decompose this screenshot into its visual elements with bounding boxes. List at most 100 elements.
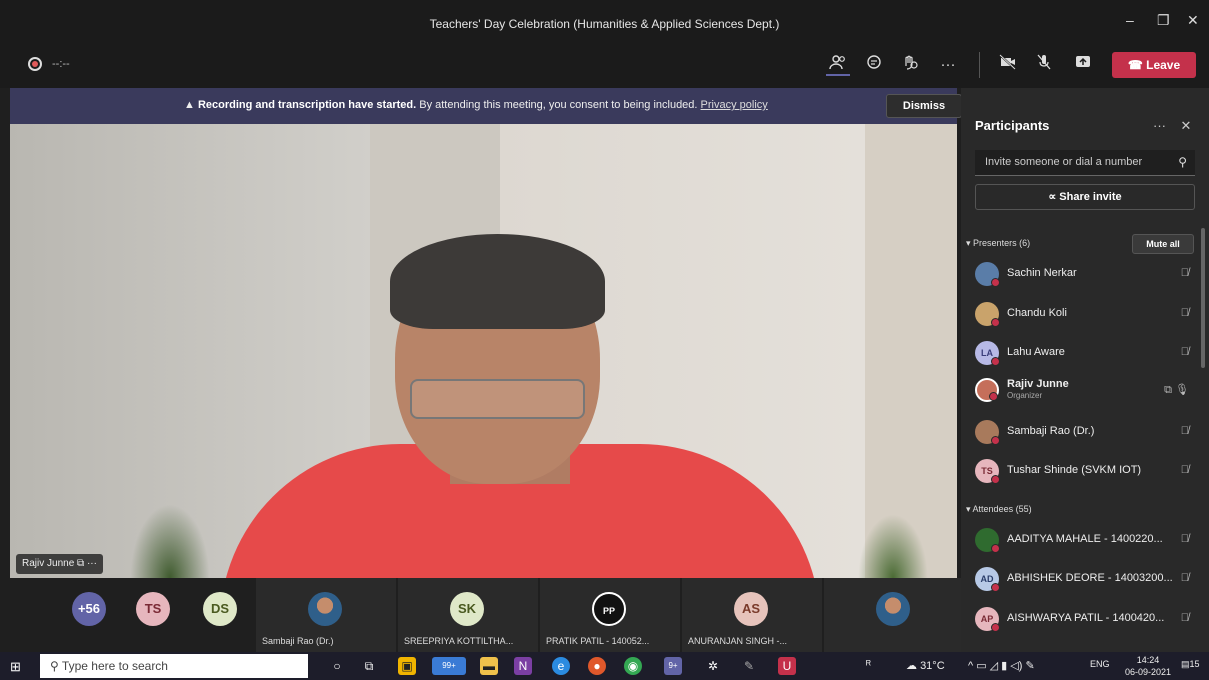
invite-input[interactable]: Invite someone or dial a number ⚲ bbox=[975, 150, 1195, 176]
share-icon: ∝ bbox=[1048, 191, 1057, 203]
participants-icon[interactable] bbox=[826, 54, 850, 76]
mute-all-button[interactable]: Mute all bbox=[1132, 234, 1194, 254]
participant-row-organizer[interactable]: Rajiv Junne Organizer ⧉ 🎙 bbox=[975, 378, 1195, 404]
panel-title: Participants bbox=[975, 118, 1050, 133]
dismiss-button[interactable]: Dismiss bbox=[886, 94, 962, 118]
search-icon: ⚲ bbox=[1178, 155, 1187, 169]
avatar bbox=[975, 262, 1000, 287]
cortana-icon[interactable]: ○ bbox=[328, 657, 346, 675]
gallery-avatar[interactable]: DS bbox=[203, 592, 237, 626]
gallery-tile[interactable]: PP PRATIK PATIL - 140052... bbox=[540, 578, 680, 652]
edge-badge-icon[interactable]: 99+ bbox=[432, 657, 466, 675]
participant-name: Chandu Koli bbox=[1007, 307, 1067, 319]
mic-muted-icon: 🎙̸ bbox=[1180, 425, 1189, 437]
firefox-icon[interactable]: ● bbox=[588, 657, 606, 675]
participant-name: AISHWARYA PATIL - 1400420... bbox=[1007, 612, 1165, 624]
reactions-icon[interactable] bbox=[898, 54, 922, 76]
participant-row[interactable]: Sambaji Rao (Dr.) 🎙̸ bbox=[975, 420, 1195, 446]
weather-icon: ☁ bbox=[906, 660, 917, 672]
participant-row[interactable]: Chandu Koli 🎙̸ bbox=[975, 302, 1195, 328]
avatar: AD bbox=[975, 567, 1000, 592]
share-screen-icon[interactable] bbox=[1071, 54, 1095, 76]
search-icon: ⚲ bbox=[50, 659, 59, 673]
mic-muted-icon: 🎙̸ bbox=[1180, 464, 1189, 476]
mic-muted-icon: 🎙̸ bbox=[1180, 267, 1189, 279]
taskbar-clock[interactable]: 14:24 06-09-2021 bbox=[1125, 654, 1171, 678]
privacy-policy-link[interactable]: Privacy policy bbox=[701, 99, 768, 111]
tile-label: PRATIK PATIL - 140052... bbox=[546, 636, 650, 646]
window-title: Teachers' Day Celebration (Humanities & … bbox=[429, 17, 780, 31]
weather-temp: 31°C bbox=[920, 660, 945, 672]
taskbar-search[interactable]: ⚲ Type here to search bbox=[40, 654, 308, 678]
panel-scrollbar[interactable] bbox=[1201, 228, 1205, 368]
file-explorer-icon[interactable]: ▬ bbox=[480, 657, 498, 675]
participant-row[interactable]: AADITYA MAHALE - 1400220... 🎙̸ bbox=[975, 528, 1195, 554]
share-invite-button[interactable]: ∝ Share invite bbox=[975, 184, 1195, 210]
panel-more-icon[interactable]: ··· bbox=[1153, 118, 1166, 133]
mcafee-icon[interactable]: U bbox=[778, 657, 796, 675]
participant-name: ABHISHEK DEORE - 14003200... bbox=[1007, 572, 1173, 584]
avatar: PP bbox=[592, 592, 626, 626]
gallery-tile[interactable]: Sambaji Rao (Dr.) bbox=[256, 578, 396, 652]
avatar bbox=[975, 378, 999, 402]
leave-button[interactable]: ☎ Leave bbox=[1112, 52, 1196, 78]
snipping-tool-icon[interactable]: ✎ bbox=[740, 657, 758, 675]
attendees-label: Attendees (55) bbox=[972, 504, 1032, 514]
gallery-strip: +56 TS DS Sambaji Rao (Dr.) SK SREEPRIYA… bbox=[10, 578, 964, 652]
participant-name: Sachin Nerkar bbox=[1007, 267, 1077, 279]
gallery-avatar[interactable]: TS bbox=[136, 592, 170, 626]
store-icon[interactable]: ▣ bbox=[398, 657, 416, 675]
settings-icon[interactable]: ✲ bbox=[704, 657, 722, 675]
gallery-tile[interactable]: SK SREEPRIYA KOTTILTHA... bbox=[398, 578, 538, 652]
language-indicator[interactable]: ENG bbox=[1090, 659, 1110, 669]
system-tray-icons[interactable]: ^ ▭ ◿ ▮ ◁) ✎ bbox=[968, 659, 1035, 672]
windows-start-icon[interactable]: ⊞ bbox=[10, 659, 21, 675]
restore-button[interactable]: ❐ bbox=[1157, 12, 1170, 29]
overflow-participants[interactable]: +56 bbox=[72, 592, 106, 626]
mic-muted-icon[interactable] bbox=[1032, 54, 1056, 76]
attendees-header[interactable]: ▾ Attendees (55) bbox=[966, 504, 1032, 515]
mic-muted-icon: 🎙̸ bbox=[1180, 307, 1189, 319]
task-view-icon[interactable]: ⧉ bbox=[360, 657, 378, 675]
participant-row[interactable]: LA Lahu Aware 🎙̸ bbox=[975, 341, 1195, 367]
speaker-more-icon[interactable]: ··· bbox=[87, 558, 97, 569]
speaker-glasses bbox=[410, 379, 585, 419]
chat-icon[interactable] bbox=[862, 54, 886, 76]
participant-name: Tushar Shinde (SVKM IOT) bbox=[1007, 464, 1142, 476]
chrome-icon[interactable]: ◉ bbox=[624, 657, 642, 675]
avatar: LA bbox=[975, 341, 1000, 366]
clock-time: 14:24 bbox=[1136, 655, 1160, 665]
banner-message: ▲ Recording and transcription have start… bbox=[184, 99, 768, 111]
participant-row[interactable]: TS Tushar Shinde (SVKM IOT) 🎙̸ bbox=[975, 459, 1195, 485]
tile-label: SREEPRIYA KOTTILTHA... bbox=[404, 636, 514, 646]
notifications-icon[interactable]: ▤15 bbox=[1181, 659, 1200, 670]
edge-icon[interactable]: e bbox=[552, 657, 570, 675]
participant-row[interactable]: AD ABHISHEK DEORE - 14003200... 🎙̸ bbox=[975, 567, 1195, 593]
plant-left bbox=[130, 504, 210, 578]
panel-close-icon[interactable]: ✕ bbox=[1180, 118, 1191, 133]
close-window-button[interactable]: ✕ bbox=[1187, 12, 1199, 29]
teams-icon[interactable]: 9+ bbox=[664, 657, 682, 675]
chevron-down-icon: ▾ bbox=[966, 238, 971, 248]
toolbar-divider bbox=[979, 52, 980, 78]
warning-icon: ▲ bbox=[184, 99, 195, 111]
speaker-name-tag[interactable]: Rajiv Junne ⧉ ··· bbox=[16, 554, 103, 574]
camera-off-icon[interactable] bbox=[996, 54, 1020, 76]
participant-row[interactable]: AP AISHWARYA PATIL - 1400420... 🎙̸ bbox=[975, 607, 1195, 633]
screen-share-icon: ⧉ bbox=[77, 558, 87, 569]
banner-bold-text: Recording and transcription have started… bbox=[197, 99, 417, 111]
presenters-header[interactable]: ▾ Presenters (6) bbox=[966, 238, 1030, 249]
gallery-tile[interactable] bbox=[824, 578, 964, 652]
more-options-icon[interactable]: ··· bbox=[936, 54, 960, 76]
participant-name: Rajiv Junne bbox=[1007, 378, 1069, 390]
tile-label: ANURANJAN SINGH -... bbox=[688, 636, 788, 646]
people-icon[interactable]: ᴿ bbox=[866, 659, 871, 671]
gallery-tile[interactable]: AS ANURANJAN SINGH -... bbox=[682, 578, 822, 652]
weather-widget[interactable]: ☁ 31°C bbox=[906, 659, 945, 672]
speaker-name: Rajiv Junne bbox=[22, 558, 75, 569]
minimize-button[interactable]: – bbox=[1126, 12, 1134, 28]
mic-muted-icon: 🎙̸ bbox=[1180, 612, 1189, 624]
participant-name: Sambaji Rao (Dr.) bbox=[1007, 425, 1095, 437]
participant-row[interactable]: Sachin Nerkar 🎙̸ bbox=[975, 262, 1195, 288]
onenote-icon[interactable]: N bbox=[514, 657, 532, 675]
